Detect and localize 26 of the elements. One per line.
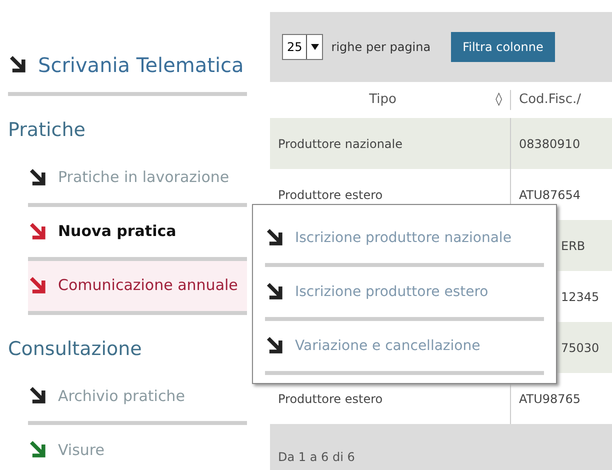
pagination-info: Da 1 a 6 di 6 xyxy=(278,449,355,466)
sidebar-title[interactable]: Scrivania Telematica xyxy=(38,50,244,80)
menu-item[interactable]: Visure xyxy=(28,425,247,470)
popup-menu-item[interactable]: Iscrizione produttore nazionale xyxy=(265,213,544,267)
sort-icon[interactable]: ◊ xyxy=(496,90,510,110)
table-cell-text: 12345 xyxy=(561,288,600,306)
table-cell-text: ATU98765 xyxy=(519,390,581,408)
filter-button[interactable]: Filtra colonne xyxy=(450,32,556,62)
menu-item[interactable]: Comunicazione annuale xyxy=(28,260,247,314)
section-heading: Consultazione xyxy=(8,336,143,362)
column-header[interactable]: Tipo xyxy=(270,90,496,110)
column-header[interactable]: Cod.Fisc./ xyxy=(510,90,581,110)
menu-item[interactable]: Archivio pratiche xyxy=(28,371,247,425)
menu-item[interactable]: Pratiche in lavorazione xyxy=(28,152,247,206)
section-heading: Pratiche xyxy=(8,118,86,143)
table-cell-text: ATU87654 xyxy=(519,186,581,204)
page-size-label: righe per pagina xyxy=(331,39,431,56)
table-cell: Produttore estero xyxy=(278,188,383,202)
table-cell: Produttore nazionale xyxy=(278,136,402,150)
popup-menu-item[interactable]: Iscrizione produttore estero xyxy=(265,267,544,321)
table-cell: Produttore estero xyxy=(278,392,383,406)
table-cell-text: 08380910 xyxy=(519,136,580,152)
table-cell-text: ERB xyxy=(561,238,586,254)
popup-menu-item[interactable]: Variazione e cancellazione xyxy=(265,321,544,375)
page-size-select[interactable]: 25 xyxy=(282,34,324,60)
table-cell-text: 75030 xyxy=(561,340,600,356)
